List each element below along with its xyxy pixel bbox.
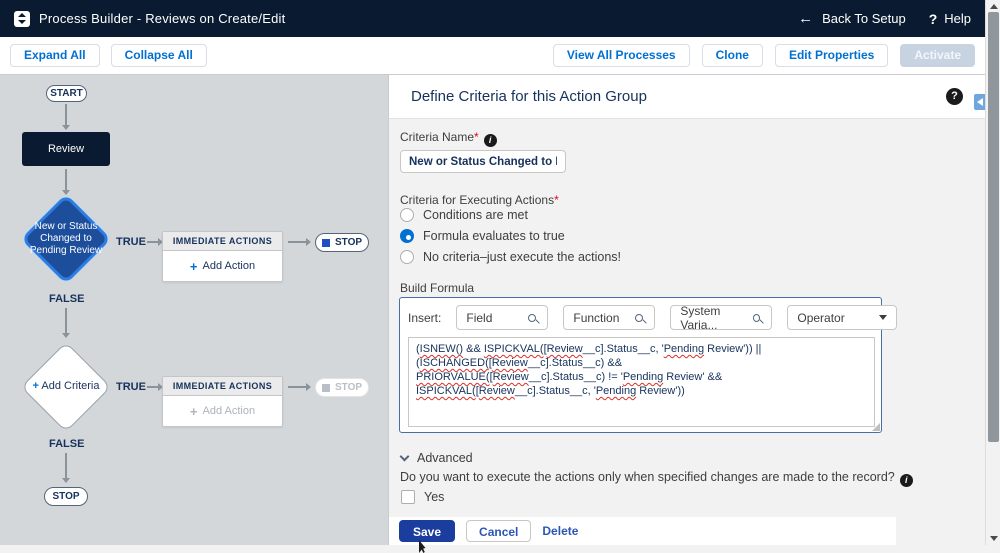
yes-checkbox-row[interactable]: Yes [401,490,444,504]
view-all-processes-button[interactable]: View All Processes [553,44,690,67]
back-arrow-icon[interactable]: ← [798,10,813,27]
required-asterisk: * [554,193,559,207]
delete-link[interactable]: Delete [542,524,578,538]
flow-arrow [65,308,67,333]
back-to-setup-link[interactable]: Back To Setup [822,11,906,26]
toolbar: Expand All Collapse All View All Process… [0,37,985,75]
criteria-diamond-label[interactable]: New or Status Changed to Pending Review [21,221,111,258]
flow-arrow [65,453,67,478]
edit-properties-button[interactable]: Edit Properties [775,44,888,67]
help-icon[interactable]: ? [929,11,938,27]
build-formula-label: Build Formula [400,281,474,295]
info-icon[interactable]: i [484,134,497,147]
add-action-button-1[interactable]: + Add Action [163,251,282,281]
insert-system-variable-button[interactable]: System Varia... [670,305,772,330]
flow-arrow [147,241,158,243]
flow-arrow [288,241,306,243]
insert-row: Insert: Field Function System Varia... O… [408,305,897,330]
collapse-all-button[interactable]: Collapse All [111,44,207,67]
help-link[interactable]: Help [944,11,971,26]
stop-square-icon [322,239,330,247]
panel-header: Define Criteria for this Action Group ? [389,75,985,119]
activate-button: Activate [900,44,975,67]
false-label-2: FALSE [49,438,84,450]
change-question-label: Do you want to execute the actions only … [400,470,913,487]
criteria-name-label: Criteria Name*i [400,130,497,147]
yes-checkbox[interactable] [401,490,415,504]
formula-builder: Insert: Field Function System Varia... O… [399,297,882,433]
panel-footer: Save Cancel Delete [389,517,896,545]
criteria-name-input[interactable] [400,150,566,173]
scroll-up-icon[interactable] [990,4,998,9]
advanced-toggle[interactable]: Advanced [401,451,473,465]
criteria-panel: Define Criteria for this Action Group ? … [388,75,985,545]
required-asterisk: * [474,130,479,144]
cancel-button[interactable]: Cancel [466,520,531,542]
resize-handle[interactable] [872,423,880,431]
executing-actions-label: Criteria for Executing Actions* [400,193,559,207]
stop-node-2: STOP [315,378,369,397]
plus-icon: + [190,404,198,419]
stop-node-3: STOP [44,487,88,506]
immediate-actions-box-2: IMMEDIATE ACTIONS + Add Action [162,376,283,427]
radio-formula-evaluates-true[interactable]: Formula evaluates to true [400,229,565,243]
trigger-node-review[interactable]: Review [22,132,110,166]
info-icon[interactable]: i [900,474,913,487]
flow-arrow [65,169,67,190]
chevron-down-icon [879,315,887,320]
vertical-scrollbar[interactable] [985,0,1000,545]
radio-circle[interactable] [400,250,414,264]
panel-title: Define Criteria for this Action Group [411,88,647,105]
process-canvas: START Review New or Status Changed to Pe… [0,75,388,545]
scrollbar-thumb[interactable] [988,12,1000,442]
flow-arrow [147,386,158,388]
true-label-1: TRUE [116,236,146,248]
immediate-actions-box-1: IMMEDIATE ACTIONS + Add Action [162,231,283,282]
immediate-actions-header-1: IMMEDIATE ACTIONS [163,232,282,251]
flow-arrow [65,104,67,125]
process-builder-icon [14,11,30,27]
add-action-button-2: + Add Action [163,396,282,426]
search-icon [753,314,760,322]
radio-conditions-are-met[interactable]: Conditions are met [400,208,528,222]
radio-circle[interactable] [400,208,414,222]
panel-help-icon[interactable]: ? [946,88,963,105]
radio-circle-selected[interactable] [400,229,414,243]
insert-function-button[interactable]: Function [563,305,655,330]
search-icon [528,314,536,322]
expand-all-button[interactable]: Expand All [10,44,100,67]
search-icon [635,314,643,322]
start-node: START [46,85,87,102]
clone-button[interactable]: Clone [702,44,763,67]
true-label-2: TRUE [116,381,146,393]
save-button[interactable]: Save [399,520,455,542]
plus-icon: + [33,380,39,392]
operator-dropdown[interactable]: Operator [787,305,897,330]
plus-icon: + [190,259,198,274]
scroll-down-icon[interactable] [990,536,998,541]
stop-square-icon [322,384,330,392]
stop-node-1: STOP [315,233,369,252]
radio-no-criteria[interactable]: No criteria–just execute the actions! [400,250,621,264]
app-title: Process Builder - Reviews on Create/Edit [39,11,285,26]
chevron-down-icon [400,451,410,461]
insert-field-button[interactable]: Field [456,305,548,330]
formula-textarea[interactable]: (ISNEW() && ISPICKVAL([Review__c].Status… [408,337,875,427]
add-criteria-label[interactable]: + Add Criteria [16,380,116,393]
flow-arrow [288,386,306,388]
insert-label: Insert: [408,311,441,325]
immediate-actions-header-2: IMMEDIATE ACTIONS [163,377,282,396]
app-header: Process Builder - Reviews on Create/Edit… [0,0,985,37]
false-label-1: FALSE [49,293,84,305]
